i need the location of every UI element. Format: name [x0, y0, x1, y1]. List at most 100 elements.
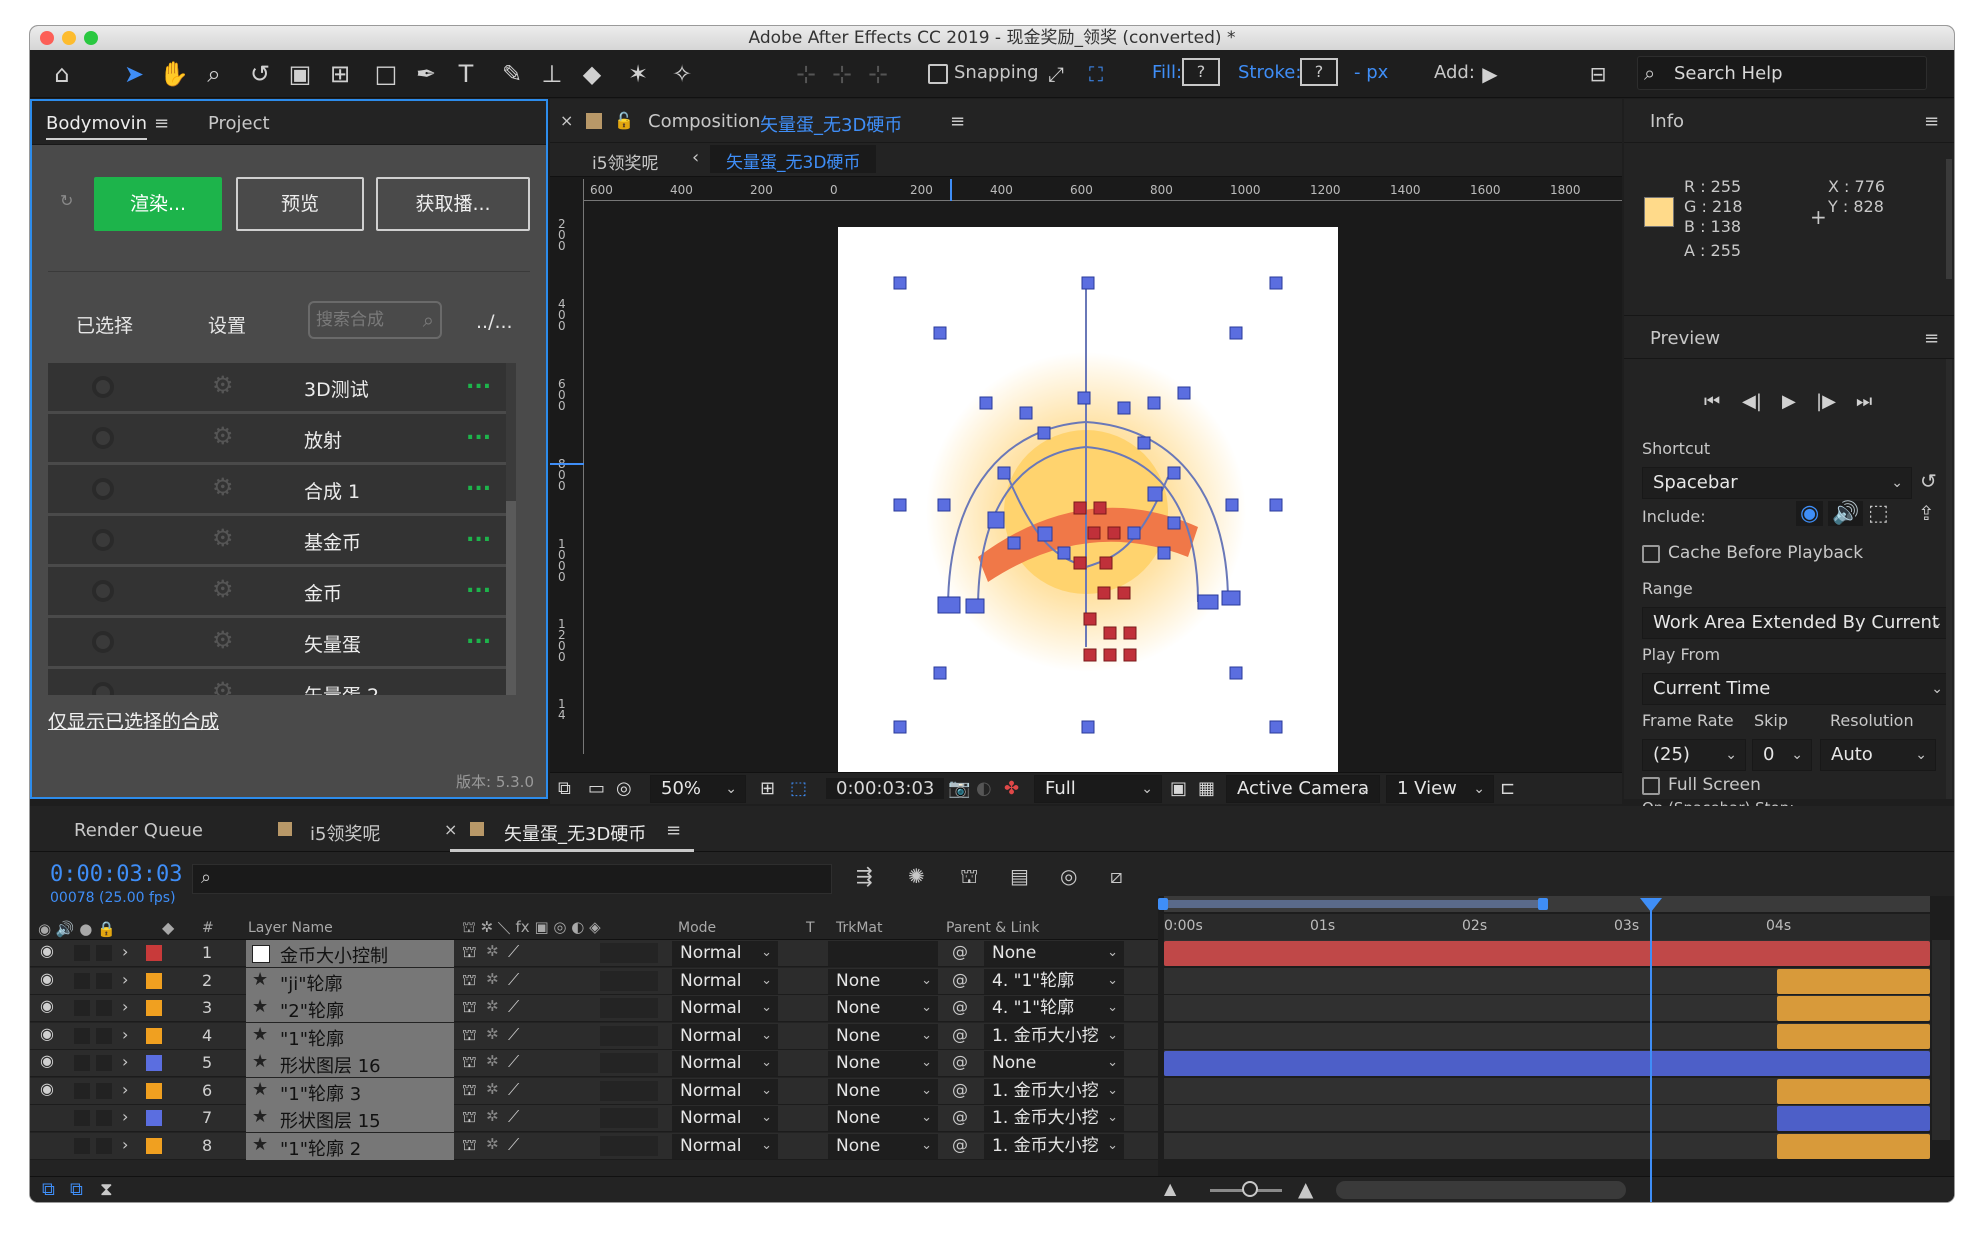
solo-switch[interactable] [74, 1055, 90, 1071]
frame-rate-dropdown[interactable]: (25) ⌄ [1642, 739, 1746, 771]
blend-mode-dropdown[interactable]: Normal ⌄ [672, 996, 778, 1021]
pan-behind-tool-icon[interactable]: ⊞ [324, 58, 356, 90]
collapse-switch-icon[interactable]: ✲ [486, 970, 499, 988]
stroke-swatch[interactable]: ? [1300, 58, 1338, 86]
lock-icon[interactable]: 🔓 [614, 111, 634, 130]
parent-dropdown[interactable]: 1. 金币大小挖 ⌄ [984, 1023, 1124, 1049]
tab-bodymovin[interactable]: Bodymovin [46, 113, 148, 140]
axis-view-icon[interactable]: ⊹ [862, 58, 894, 90]
pick-whip-icon[interactable]: @ [952, 970, 968, 989]
blend-mode-dropdown[interactable]: Normal ⌄ [672, 1133, 778, 1159]
axis-local-icon[interactable]: ⊹ [790, 58, 822, 90]
reset-icon[interactable]: ↺ [1920, 469, 1937, 493]
collapse-switch-icon[interactable]: ✲ [486, 1107, 499, 1125]
pick-whip-icon[interactable]: @ [952, 942, 968, 961]
chevron-right-icon[interactable]: › [122, 1080, 138, 1099]
trkmat-dropdown[interactable]: None ⌄ [828, 1051, 938, 1076]
selection-tool-icon[interactable]: ➤ [118, 58, 150, 90]
include-overlay-icon[interactable]: ⬚ [1868, 501, 1889, 526]
shy-switch-icon[interactable]: ⛫ [462, 997, 477, 1018]
trkmat-dropdown[interactable]: None ⌄ [828, 996, 938, 1021]
shy-switch-icon[interactable]: ⛫ [462, 1080, 477, 1101]
parent-dropdown[interactable]: None ⌄ [984, 941, 1124, 966]
lock-switch[interactable] [96, 945, 112, 961]
breadcrumb-current[interactable]: 矢量蛋_无3D硬币 [710, 145, 877, 173]
time-ruler[interactable]: 0:00s 01s 02s 03s 04s [1164, 914, 1930, 940]
quality-switch-icon[interactable]: ⟋ [508, 970, 519, 990]
layer-duration-bar[interactable] [1776, 1078, 1930, 1104]
shortcut-dropdown[interactable]: Spacebar ⌄ [1642, 467, 1912, 499]
trkmat-dropdown[interactable]: None ⌄ [828, 1078, 938, 1104]
play-from-dropdown[interactable]: Current Time ⌄ [1642, 673, 1952, 705]
include-audio-icon[interactable]: 🔊 [1828, 501, 1864, 526]
select-toggle[interactable] [92, 529, 114, 551]
layer-row[interactable]: ◉ › 3 ★ "2"轮廓 ⛫ ✲ ⟋ Normal ⌄ None ⌄ @4. "1"轮廓 ⌄ [30, 995, 1162, 1022]
preview-resolution-dropdown[interactable]: Auto ⌄ [1820, 739, 1936, 771]
layer-row[interactable]: ◉ › 5 ★ 形状图层 16 ⛫ ✲ ⟋ Normal ⌄ None ⌄ @ None ⌄ [30, 1050, 1162, 1077]
lock-switch[interactable] [96, 1055, 112, 1071]
eraser-tool-icon[interactable]: ◆ [576, 58, 608, 90]
draft-3d-icon[interactable]: ✺ [908, 864, 925, 888]
work-area-range[interactable] [1164, 900, 1544, 908]
eye-icon[interactable]: ◉ [40, 996, 56, 1015]
trkmat-dropdown[interactable]: None ⌄ [828, 1106, 938, 1131]
vr-icon[interactable]: ◎ [616, 778, 632, 799]
transfer-controls-toggle-icon[interactable]: ⧉ [70, 1179, 83, 1200]
layer-name[interactable]: "1"轮廓 2 [280, 1135, 361, 1161]
fill-swatch[interactable]: ? [1182, 58, 1220, 86]
roto-brush-tool-icon[interactable]: ✶ [622, 58, 654, 90]
gear-icon[interactable]: ⚙ [212, 575, 234, 603]
layer-name[interactable]: "1"轮廓 [280, 1025, 344, 1051]
layer-name[interactable]: 形状图层 16 [280, 1052, 381, 1078]
chevron-right-icon[interactable]: › [122, 997, 138, 1016]
composition-tab-prefix[interactable]: Composition [648, 111, 760, 132]
parent-dropdown[interactable]: 4. "1"轮廓 ⌄ [984, 968, 1124, 994]
list-item[interactable]: ⚙ 基金币 ... [48, 516, 510, 564]
show-snapshot-icon[interactable]: ◐ [976, 778, 992, 799]
work-area-start-handle[interactable] [1158, 898, 1168, 910]
layer-row[interactable]: › 7 ★ 形状图层 15 ⛫ ✲ ⟋ Normal ⌄ None ⌄ @1. 金币大小挖 ⌄ [30, 1105, 1162, 1132]
lock-switch[interactable] [96, 1082, 112, 1099]
solo-switch[interactable] [74, 972, 90, 989]
panel-menu-icon[interactable]: ≡ [154, 113, 169, 134]
hand-tool-icon[interactable]: ✋ [158, 58, 190, 90]
parent-dropdown[interactable]: 1. 金币大小挖 ⌄ [984, 1078, 1124, 1104]
trkmat-dropdown[interactable]: None ⌄ [828, 968, 938, 994]
layer-name-header[interactable]: Layer Name [248, 920, 333, 936]
list-item[interactable]: ⚙ 3D测试 ... [48, 363, 510, 411]
graph-editor-icon[interactable]: ⧄ [1110, 864, 1123, 888]
layer-name[interactable]: 形状图层 15 [280, 1107, 381, 1133]
motion-blur-icon[interactable]: ◎ [1060, 864, 1077, 888]
refresh-icon[interactable]: ↻ [60, 191, 73, 210]
gear-icon[interactable]: ⚙ [212, 524, 234, 552]
skip-dropdown[interactable]: 0 ⌄ [1752, 739, 1812, 771]
chevron-right-icon[interactable]: › [122, 1107, 138, 1126]
parent-dropdown[interactable]: 1. 金币大小挖 ⌄ [984, 1133, 1124, 1159]
select-toggle[interactable] [92, 427, 114, 449]
timeline-scrollbar[interactable] [1932, 940, 1950, 1140]
more-dots[interactable]: ... [466, 624, 491, 649]
eye-icon[interactable]: ◉ [40, 969, 56, 988]
solo-switch[interactable] [74, 1110, 90, 1126]
layer-duration-bar[interactable] [1776, 968, 1930, 994]
transparency-grid-icon[interactable]: ▦ [1198, 778, 1215, 799]
pen-tool-icon[interactable]: ✒ [410, 58, 442, 90]
solo-switch[interactable] [74, 1137, 90, 1154]
label-color-swatch[interactable] [146, 1055, 162, 1071]
fetch-player-button[interactable]: 获取播... [376, 177, 530, 231]
gear-icon[interactable]: ⚙ [212, 422, 234, 450]
in-out-toggle-icon[interactable]: ⧗ [100, 1179, 113, 1200]
lock-switch[interactable] [96, 1110, 112, 1126]
quality-switch-icon[interactable]: ⟋ [508, 1052, 519, 1072]
layer-search-input[interactable]: ⌕ [192, 864, 832, 894]
layer-duration-bar[interactable] [1776, 1023, 1930, 1049]
parent-dropdown[interactable]: 1. 金币大小挖 ⌄ [984, 1106, 1124, 1131]
chevron-right-icon[interactable]: › [122, 942, 138, 961]
render-button[interactable]: 渲染... [94, 177, 222, 231]
zoom-slider-thumb[interactable] [1242, 1181, 1258, 1197]
eye-icon[interactable]: ◉ [40, 1079, 56, 1098]
rotate-tool-icon[interactable]: ↺ [244, 58, 276, 90]
eye-icon[interactable]: ◉ [40, 941, 56, 960]
layer-switches-toggle-icon[interactable]: ⧉ [42, 1179, 55, 1200]
shy-switch-icon[interactable]: ⛫ [462, 1135, 477, 1156]
